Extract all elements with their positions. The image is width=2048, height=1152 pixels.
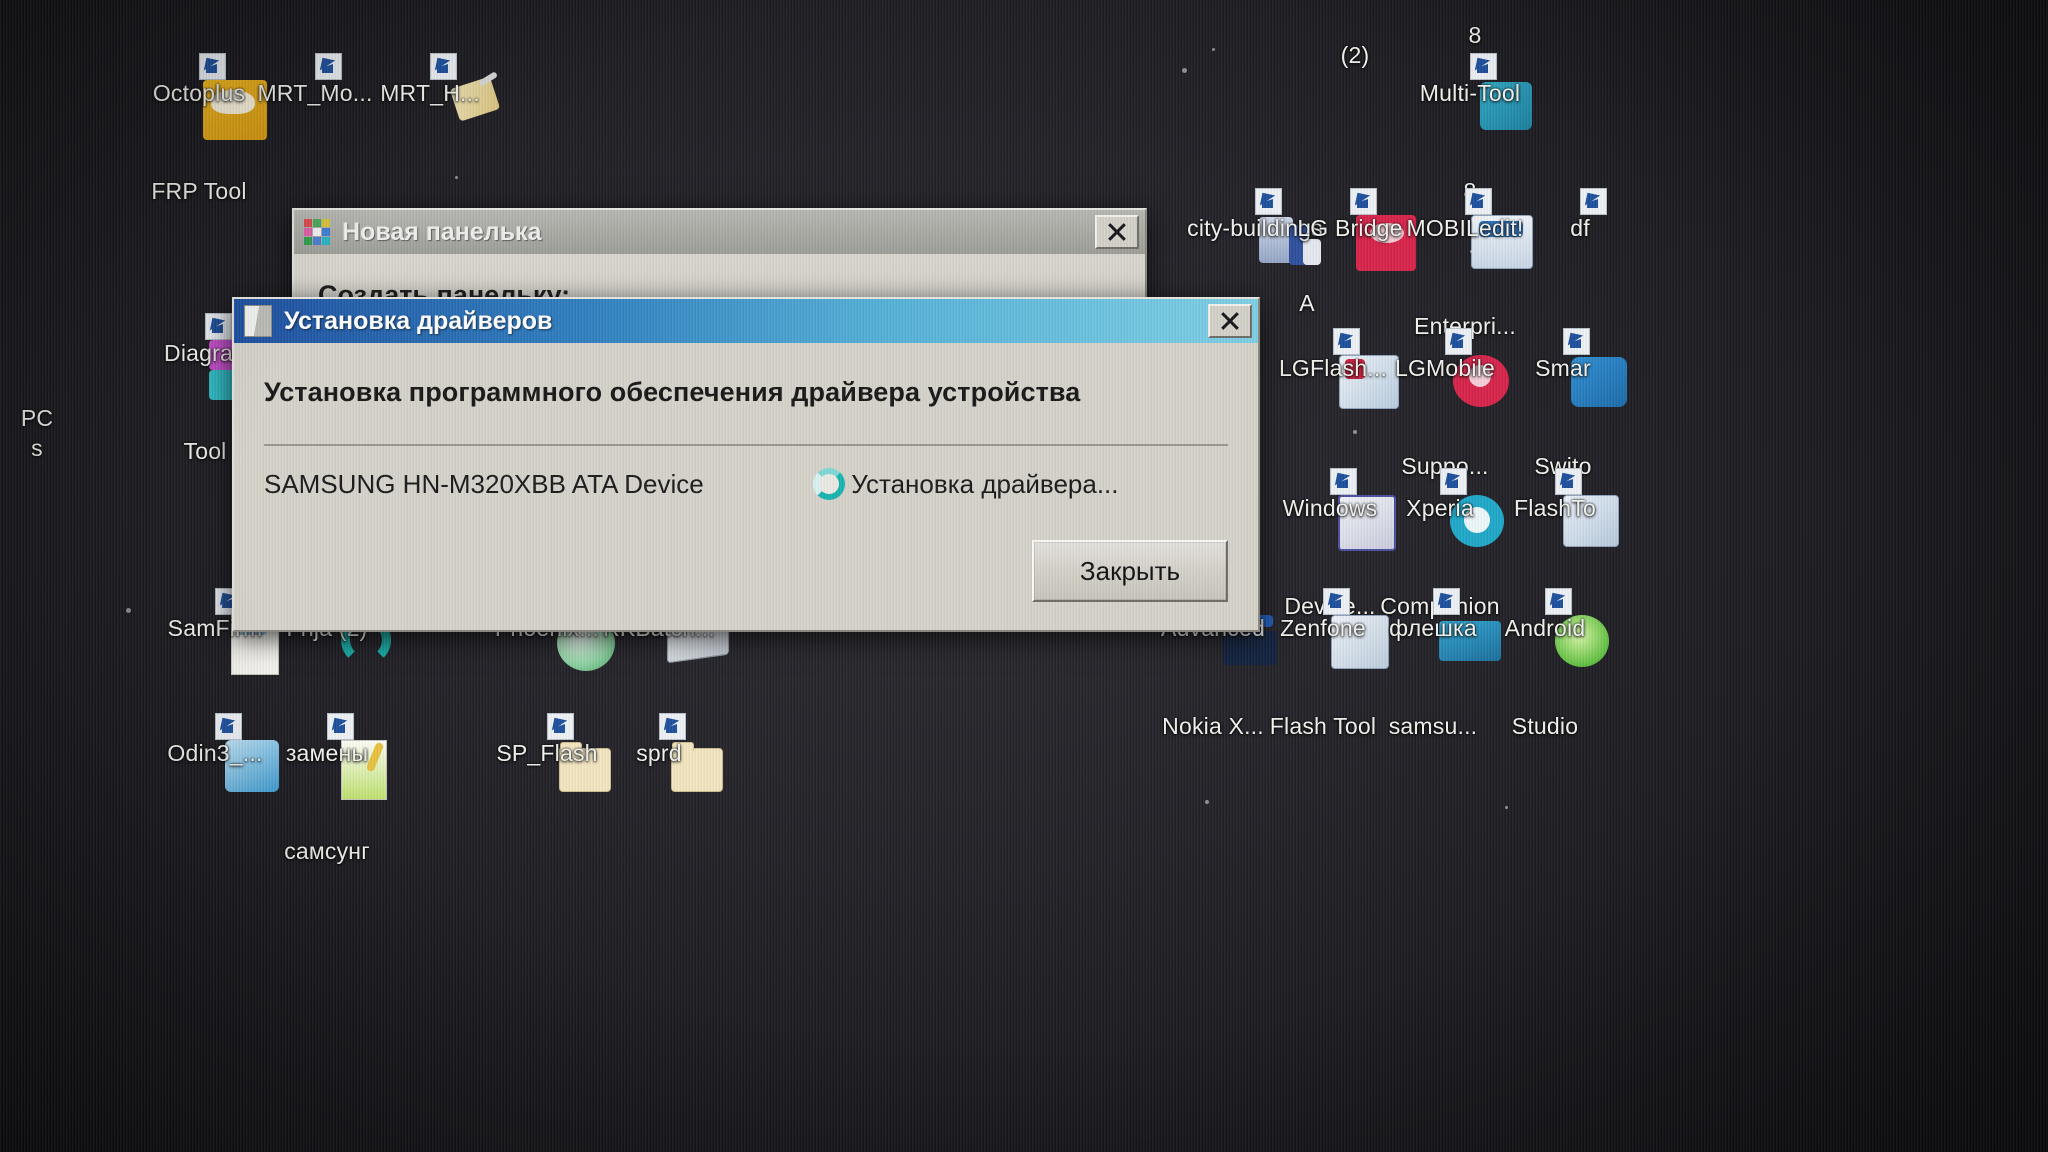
desktop-icon-label: Studio xyxy=(1511,713,1579,739)
dust-fleck xyxy=(1505,806,1508,809)
close-icon[interactable] xyxy=(1208,304,1252,338)
shortcut-arrow-icon xyxy=(199,53,226,80)
install-status: Установка драйвера... xyxy=(813,468,1119,500)
desktop-icon-label: s xyxy=(0,435,112,462)
desktop-icon-label: FRP Tool xyxy=(124,178,274,205)
dust-fleck xyxy=(1205,800,1209,804)
driver-dialog-content: Установка программного обеспечения драйв… xyxy=(234,343,1258,500)
color-grid-icon xyxy=(304,219,330,245)
install-status-text: Установка драйвера... xyxy=(851,468,1119,499)
shortcut-arrow-icon xyxy=(215,713,242,740)
desktop-icon-label: Smar xyxy=(1535,355,1591,381)
device-name: SAMSUNG HN-M320XBB ATA Device xyxy=(264,468,704,499)
dust-fleck xyxy=(455,176,458,179)
desktop-icon-label: самсунг xyxy=(284,838,370,864)
titlebar-driver-dialog[interactable]: Установка драйверов xyxy=(234,299,1258,343)
dialog-driver-installation[interactable]: Установка драйверов Установка программно… xyxy=(232,297,1260,632)
shortcut-arrow-icon xyxy=(1333,328,1360,355)
monitor-screen: BSTPROMRT_3.57mrt_hisi...AdbAdb RunDOSBo… xyxy=(0,0,2048,1152)
desktop-icon-label: FlashTo xyxy=(1514,495,1596,521)
shortcut-arrow-icon xyxy=(1330,468,1357,495)
shortcut-arrow-icon xyxy=(1545,588,1572,615)
titlebar-background-window[interactable]: Новая панелька xyxy=(294,210,1145,254)
desktop-icon-label: 8 xyxy=(1400,22,1550,49)
shortcut-arrow-icon xyxy=(1445,328,1472,355)
shortcut-arrow-icon xyxy=(1350,188,1377,215)
desktop-icon-smart-switch[interactable]: Smar xyxy=(1488,328,1638,407)
shortcut-arrow-icon xyxy=(1255,188,1282,215)
desktop-icon-label: s xyxy=(31,435,43,461)
shortcut-arrow-icon xyxy=(1323,588,1350,615)
shortcut-arrow-icon xyxy=(1580,188,1607,215)
desktop-icon-mrt-hardware[interactable]: MRT_H... xyxy=(355,53,505,122)
device-status-row: SAMSUNG HN-M320XBB ATA Device Установка … xyxy=(264,468,1228,500)
dust-fleck xyxy=(1470,250,1473,253)
desktop-icon-label: Studio xyxy=(1470,713,1620,740)
desktop-icon-shortcut[interactable]: df xyxy=(1505,188,1655,242)
desktop-icon-multitool[interactable]: Multi-Tool xyxy=(1395,53,1545,130)
driver-dialog-title: Установка драйверов xyxy=(284,306,553,335)
close-icon[interactable] xyxy=(1095,215,1139,249)
desktop-icon-label: FRP Tool xyxy=(151,178,247,204)
desktop-icon-zameny-samsung[interactable]: замены xyxy=(252,713,402,800)
dust-fleck xyxy=(1182,68,1187,73)
shortcut-arrow-icon xyxy=(327,713,354,740)
desktop-icon-label: замены xyxy=(285,740,369,766)
shortcut-arrow-icon xyxy=(1470,53,1497,80)
shortcut-arrow-icon xyxy=(1440,468,1467,495)
dust-fleck xyxy=(1353,430,1357,434)
driver-card-icon xyxy=(244,305,272,337)
driver-dialog-heading: Установка программного обеспечения драйв… xyxy=(264,377,1081,407)
shortcut-arrow-icon xyxy=(1465,188,1492,215)
desktop-icon-label: df xyxy=(1570,215,1590,241)
desktop-icon-label: PC xyxy=(0,405,112,432)
separator xyxy=(264,444,1228,446)
dust-fleck xyxy=(1212,48,1215,51)
desktop-icon-flashtool[interactable]: FlashTo xyxy=(1480,468,1630,547)
desktop-icon-label: PC xyxy=(20,405,54,431)
shortcut-arrow-icon xyxy=(1563,328,1590,355)
desktop-icon-android-studio[interactable]: Android xyxy=(1470,588,1620,667)
desktop-icon-label: sprd xyxy=(636,740,682,766)
shortcut-arrow-icon xyxy=(430,53,457,80)
shortcut-arrow-icon xyxy=(1433,588,1460,615)
dialog-button-row: Закрыть xyxy=(1032,540,1228,602)
close-button[interactable]: Закрыть xyxy=(1032,540,1228,602)
desktop-icon-label: Android xyxy=(1504,615,1586,641)
shortcut-arrow-icon xyxy=(315,53,342,80)
dust-fleck xyxy=(126,608,131,613)
background-window-title: Новая панелька xyxy=(342,217,542,246)
desktop-icon-label: самсунг xyxy=(252,838,402,865)
desktop-icon-folder[interactable]: sprd xyxy=(584,713,734,792)
desktop-icon-label: 8 xyxy=(1468,22,1482,48)
shortcut-arrow-icon xyxy=(1555,468,1582,495)
desktop-icon-label: Multi-Tool xyxy=(1419,80,1521,106)
spinner-icon xyxy=(813,468,846,500)
shortcut-arrow-icon xyxy=(659,713,686,740)
shortcut-arrow-icon xyxy=(205,313,232,340)
desktop-icon-label: MRT_H... xyxy=(380,80,480,106)
shortcut-arrow-icon xyxy=(547,713,574,740)
